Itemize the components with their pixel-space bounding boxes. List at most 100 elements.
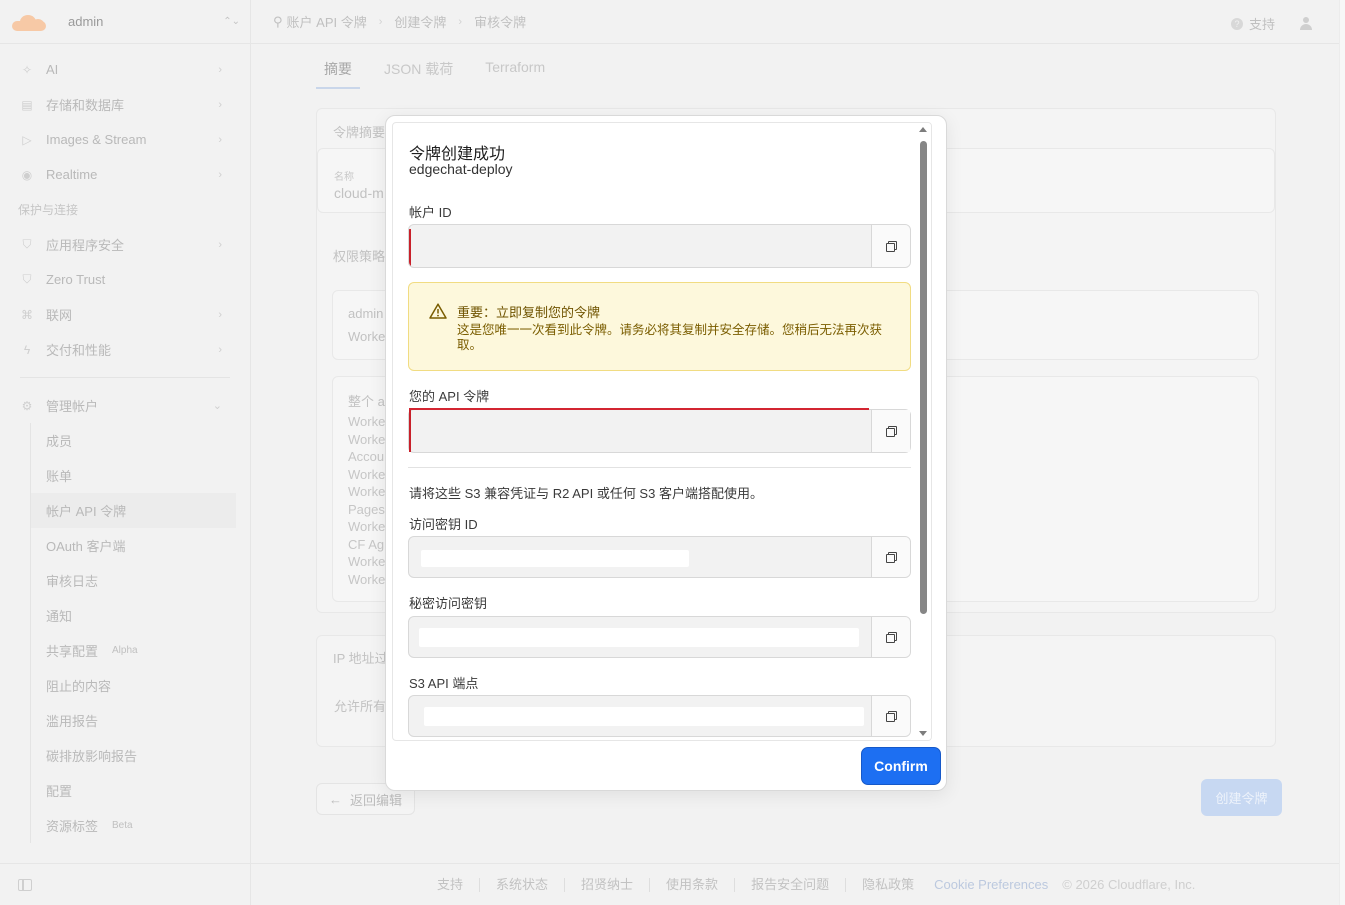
sidebar-subitem-oauth[interactable]: OAuth 客户端 [30,528,250,563]
account-id-field[interactable] [408,224,911,268]
scrollbar-thumb[interactable] [920,141,927,614]
permission-item: Worke [348,519,386,534]
sidebar-item-label: Realtime [46,167,98,182]
breadcrumb-item-create[interactable]: 创建令牌 [394,12,446,31]
copy-api-token-button[interactable] [871,410,910,452]
copy-account-id-button[interactable] [871,225,910,267]
dialog-scroll-area[interactable]: 令牌创建成功 edgechat-deploy 帐户 ID 重要：立即复制您的令牌… [392,122,932,741]
sidebar-subitem-label: 配置 [46,784,73,799]
footer-link-careers[interactable]: 招贤纳士 [565,877,651,892]
sidebar-subitem-configuration[interactable]: 配置 [30,773,250,808]
account-switcher[interactable]: admin ⌃⌄ [0,0,250,44]
footer-link-status[interactable]: 系统状态 [480,877,566,892]
permission-item: Worke [348,431,386,447]
user-icon[interactable] [1299,16,1313,31]
sidebar-subitem-label: 滥用报告 [46,714,99,729]
sidebar-item-zero-trust[interactable]: ⛉ Zero Trust [0,262,250,297]
account-name: admin [68,14,104,29]
sidebar-item-manage-account[interactable]: ⚙ 管理帐户 ⌄ [0,388,250,423]
sidebar-item-ai[interactable]: ✧ AI › [0,52,250,87]
policy-heading: 权限策略 [333,249,386,264]
top-right-actions: ? 支持 [1230,14,1313,33]
bolt-icon: ϟ [23,342,31,357]
sidebar-item-label: 交付和性能 [46,343,112,358]
sidebar-subitem-blocked-content[interactable]: 阻止的内容 [30,668,250,703]
s3-endpoint-field[interactable] [408,695,911,737]
permission-item: Worke [348,414,386,429]
warning-icon [429,303,447,319]
arrow-left-icon: ← [329,791,342,807]
permission-item: Worke [348,554,386,569]
sidebar-item-images[interactable]: ▷ Images & Stream › [0,122,250,157]
beta-badge: Beta [112,820,133,831]
sidebar-item-realtime[interactable]: ◉ Realtime › [0,157,250,192]
redacted-value [424,707,864,726]
confirm-button[interactable]: Confirm [861,747,941,785]
copy-access-key-button[interactable] [871,537,910,577]
sidebar-item-app-security[interactable]: ⛉ 应用程序安全 › [0,227,250,262]
name-value: cloud-m [334,185,384,201]
scroll-up-arrow[interactable] [919,127,927,132]
chevron-right-icon: › [218,343,222,356]
sidebar-toggle-icon[interactable] [18,878,32,891]
sidebar-subitem-carbon[interactable]: 碳排放影响报告 [30,738,250,773]
footer: 支持 系统状态 招贤纳士 使用条款 报告安全问题 隐私政策 Cookie Pre… [251,863,1339,905]
chevron-right-icon: › [218,238,222,251]
footer-link-security[interactable]: 报告安全问题 [735,877,847,892]
chevron-down-icon: ⌄ [212,400,222,412]
warning-title: 重要：立即复制您的令牌 [457,305,601,320]
copy-secret-key-button[interactable] [871,617,910,657]
chevron-right-icon: › [218,168,222,181]
breadcrumb-item-tokens[interactable]: 账户 API 令牌 [287,12,367,31]
network-icon: ⌘ [21,307,33,322]
chevron-right-icon: › [218,98,222,111]
footer-link-terms[interactable]: 使用条款 [650,877,736,892]
sidebar-item-networking[interactable]: ⌘ 联网 › [0,297,250,332]
redaction-mark [409,229,411,267]
sidebar-subitem-resource-tags[interactable]: 资源标签 Beta [30,808,250,843]
footer-link-cookies[interactable]: Cookie Preferences [930,877,1062,892]
sidebar-subitem-notifications[interactable]: 通知 [30,598,250,633]
copy-s3-endpoint-button[interactable] [871,696,910,736]
sidebar-subitem-label: 阻止的内容 [46,679,112,694]
scroll-down-arrow[interactable] [919,731,927,736]
sidebar-subitem-members[interactable]: 成员 [30,423,250,458]
sidebar-subitem-api-tokens[interactable]: 帐户 API 令牌 [30,493,236,528]
sidebar-subitem-abuse-reports[interactable]: 滥用报告 [30,703,250,738]
sidebar-item-storage[interactable]: ▤ 存储和数据库 › [0,87,250,122]
sidebar-subitem-shared-config[interactable]: 共享配置 Alpha [30,633,250,668]
tab-terraform[interactable]: Terraform [477,59,553,89]
footer-link-support[interactable]: 支持 [421,877,481,892]
sidebar-subitem-billing[interactable]: 账单 [30,458,250,493]
sidebar-subitem-label: OAuth 客户端 [46,539,126,554]
sidebar-item-label: Images & Stream [46,132,147,147]
footer-link-privacy[interactable]: 隐私政策 [846,877,930,892]
sidebar: admin ⌃⌄ ✧ AI › ▤ 存储和数据库 › ▷ Images & Stream ›… [0,0,251,905]
broadcast-icon: ◉ [21,167,33,182]
api-token-field[interactable] [408,408,911,453]
sidebar-subitem-label: 通知 [46,609,73,624]
warning-body: 这是您唯一一次看到此令牌。请务必将其复制并安全存储。您稍后无法再次获取。 [457,323,883,352]
sidebar-subitem-audit-log[interactable]: 审核日志 [30,563,250,598]
permission-list: Worke Worke Accou Worke Worke Pages Work… [348,413,385,588]
policy-subtitle: Worke [348,329,386,344]
create-token-button[interactable]: 创建令牌 [1201,779,1282,816]
chevron-updown-icon: ⌃⌄ [223,16,240,27]
chevron-right-icon: › [218,133,222,146]
sidebar-item-label: 管理帐户 [46,399,99,414]
tab-summary[interactable]: 摘要 [316,59,360,89]
play-icon: ▷ [22,132,32,147]
sidebar-item-label: AI [46,62,59,77]
secret-key-field[interactable] [408,616,911,658]
database-icon: ▤ [21,97,33,112]
sidebar-item-delivery[interactable]: ϟ 交付和性能 › [0,332,250,367]
alpha-badge: Alpha [112,645,138,656]
support-link[interactable]: 支持 [1249,14,1275,33]
redacted-value [419,628,859,647]
access-key-field[interactable] [408,536,911,578]
copy-icon [886,632,897,643]
tab-json[interactable]: JSON 载荷 [376,59,461,89]
ip-heading: IP 地址过 [333,651,388,666]
redaction-mark [409,408,869,410]
dialog-scrollbar[interactable] [916,123,931,740]
